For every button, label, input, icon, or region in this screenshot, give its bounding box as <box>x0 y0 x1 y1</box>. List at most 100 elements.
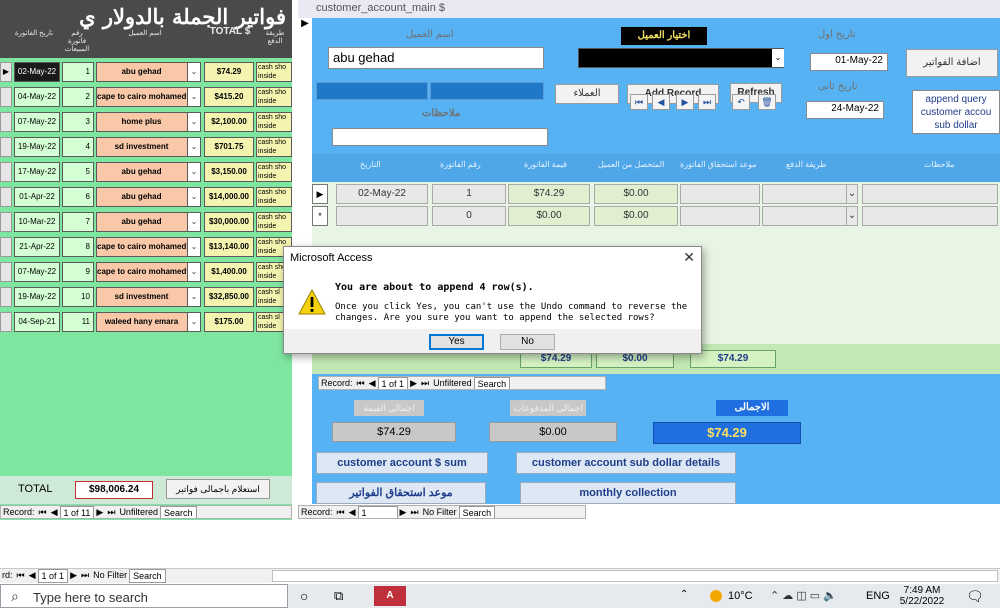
date2-field[interactable]: 24-May-22 <box>806 101 884 119</box>
invoice-number[interactable]: 1 <box>62 62 94 82</box>
invoice-date[interactable]: 07-May-22 <box>14 262 60 282</box>
sub-invoice-value[interactable]: $0.00 <box>508 206 590 226</box>
sub-pay-method[interactable] <box>762 206 858 226</box>
chevron-down-icon[interactable]: ⌄ <box>846 184 858 204</box>
sub-date[interactable] <box>336 206 428 226</box>
next-record-icon[interactable]: ▶ <box>676 94 694 110</box>
nav-position[interactable]: 1 of 1 <box>377 377 409 389</box>
row-selector[interactable]: ▶ <box>312 184 328 204</box>
nav-search[interactable]: Search <box>159 506 197 518</box>
row-selector[interactable] <box>0 237 12 257</box>
customers-button[interactable]: العملاء <box>555 84 619 104</box>
sub-date[interactable]: 02-May-22 <box>336 184 428 204</box>
nav-search[interactable]: Search <box>129 569 166 583</box>
pay-method[interactable]: cash sho inside <box>256 137 292 157</box>
invoice-row[interactable]: 04-Sep-21 11 waleed hany emara ⌄ $175.00 cash… <box>0 312 292 334</box>
due-date-button[interactable]: موعد استحقاق الفواتير <box>316 482 486 504</box>
invoice-number[interactable]: 2 <box>62 87 94 107</box>
nav-first-icon[interactable]: ⏮ <box>335 506 347 518</box>
invoice-row[interactable]: 07-May-22 9 cape to cairo mohamed ⌄ $1,400.0… <box>0 262 292 284</box>
row-selector[interactable]: ▶ <box>0 62 12 82</box>
customer-name[interactable]: abu gehad <box>96 62 201 82</box>
invoice-number[interactable]: 4 <box>62 137 94 157</box>
invoice-number[interactable]: 3 <box>62 112 94 132</box>
invoice-number[interactable]: 5 <box>62 162 94 182</box>
invoice-total[interactable]: $14,000.00 <box>204 187 254 207</box>
chevron-down-icon[interactable]: ⌄ <box>187 287 201 307</box>
chevron-down-icon[interactable]: ⌄ <box>772 49 784 67</box>
invoice-date[interactable]: 17-May-22 <box>14 162 60 182</box>
record-selector[interactable]: ▶ <box>298 18 312 38</box>
chevron-down-icon[interactable]: ⌄ <box>187 162 201 182</box>
first-record-icon[interactable]: ⏮ <box>630 94 648 110</box>
sub-notes[interactable] <box>862 206 998 226</box>
taskbar-search[interactable]: ⌕ Type here to search <box>0 584 288 608</box>
date1-field[interactable]: 01-May-22 <box>810 53 888 71</box>
invoice-date[interactable]: 02-May-22 <box>14 62 60 82</box>
nav-last-icon[interactable]: ⏭ <box>105 506 117 518</box>
invoice-total[interactable]: $2,100.00 <box>204 112 254 132</box>
invoice-number[interactable]: 10 <box>62 287 94 307</box>
sub-due-date[interactable] <box>680 184 760 204</box>
invoice-total[interactable]: $32,850.00 <box>204 287 254 307</box>
sub-invoice-value[interactable]: $74.29 <box>508 184 590 204</box>
invoice-total[interactable]: $30,000.00 <box>204 212 254 232</box>
pay-method[interactable]: cash sho inside <box>256 212 292 232</box>
chevron-down-icon[interactable]: ⌄ <box>187 312 201 332</box>
row-selector[interactable] <box>0 287 12 307</box>
undo-icon[interactable]: ↶ <box>732 94 750 110</box>
invoice-row[interactable]: 19-May-22 10 sd investment ⌄ $32,850.00 cash … <box>0 287 292 309</box>
row-selector[interactable] <box>0 112 12 132</box>
customer-name[interactable]: sd investment <box>96 137 201 157</box>
row-selector[interactable] <box>0 212 12 232</box>
nav-prev-icon[interactable]: ◀ <box>49 506 60 518</box>
task-view-icon[interactable]: ⧉ <box>334 588 343 604</box>
total-invoices-query-button[interactable]: استعلام باجمالى فواتير <box>166 479 270 499</box>
nav-filter[interactable]: Unfiltered <box>431 377 474 389</box>
invoice-row[interactable]: 07-May-22 3 home plus ⌄ $2,100.00 cash sho in… <box>0 112 292 134</box>
chevron-down-icon[interactable]: ⌄ <box>187 112 201 132</box>
weather-temp[interactable]: 10°C <box>728 590 753 602</box>
close-icon[interactable]: ✕ <box>683 249 695 266</box>
nav-position[interactable]: 1 of 11 <box>59 506 95 518</box>
chevron-down-icon[interactable]: ⌄ <box>187 62 201 82</box>
notification-icon[interactable]: 🗨 <box>966 588 984 605</box>
no-button[interactable]: No <box>500 334 555 350</box>
nav-filter[interactable]: No Filter <box>91 569 129 581</box>
pay-method[interactable]: cash sho inside <box>256 87 292 107</box>
delete-icon[interactable]: 🗑 <box>758 94 776 110</box>
customer-name[interactable]: cape to cairo mohamed <box>96 87 201 107</box>
row-selector[interactable] <box>0 137 12 157</box>
sub-invoice-no[interactable]: 0 <box>432 206 506 226</box>
invoice-date[interactable]: 19-May-22 <box>14 287 60 307</box>
sub-collected[interactable]: $0.00 <box>594 206 678 226</box>
nav-position[interactable]: 1 <box>357 506 398 518</box>
row-selector[interactable] <box>0 162 12 182</box>
chevron-down-icon[interactable]: ⌄ <box>187 187 201 207</box>
invoice-date[interactable]: 04-Sep-21 <box>14 312 60 332</box>
row-selector[interactable] <box>0 312 12 332</box>
invoice-row[interactable]: 04-May-22 2 cape to cairo mohamed ⌄ $415.20 c… <box>0 87 292 109</box>
cortana-icon[interactable]: ○ <box>300 588 308 604</box>
invoice-row[interactable]: ▶ 02-May-22 1 abu gehad ⌄ $74.29 cash sho insi… <box>0 62 292 84</box>
invoice-total[interactable]: $74.29 <box>204 62 254 82</box>
customer-combobox[interactable] <box>578 48 784 68</box>
customer-name[interactable]: home plus <box>96 112 201 132</box>
pay-method[interactable]: cash sho inside <box>256 187 292 207</box>
form-tab[interactable]: customer_account_main $ <box>298 0 1000 18</box>
sub-notes[interactable] <box>862 184 998 204</box>
sub-due-date[interactable] <box>680 206 760 226</box>
pay-method[interactable]: cash sho inside <box>256 112 292 132</box>
nav-last-icon[interactable]: ⏭ <box>419 377 431 389</box>
invoice-number[interactable]: 9 <box>62 262 94 282</box>
invoice-date[interactable]: 04-May-22 <box>14 87 60 107</box>
row-selector[interactable] <box>0 187 12 207</box>
invoice-date[interactable]: 19-May-22 <box>14 137 60 157</box>
invoice-row[interactable]: 01-Apr-22 6 abu gehad ⌄ $14,000.00 cash sho i… <box>0 187 292 209</box>
invoice-date[interactable]: 21-Apr-22 <box>14 237 60 257</box>
customer-name[interactable]: cape to cairo mohamed <box>96 237 201 257</box>
nav-prev-icon[interactable]: ◀ <box>347 506 358 518</box>
invoice-total[interactable]: $175.00 <box>204 312 254 332</box>
nav-prev-icon[interactable]: ◀ <box>27 569 38 581</box>
chevron-down-icon[interactable]: ⌄ <box>187 212 201 232</box>
